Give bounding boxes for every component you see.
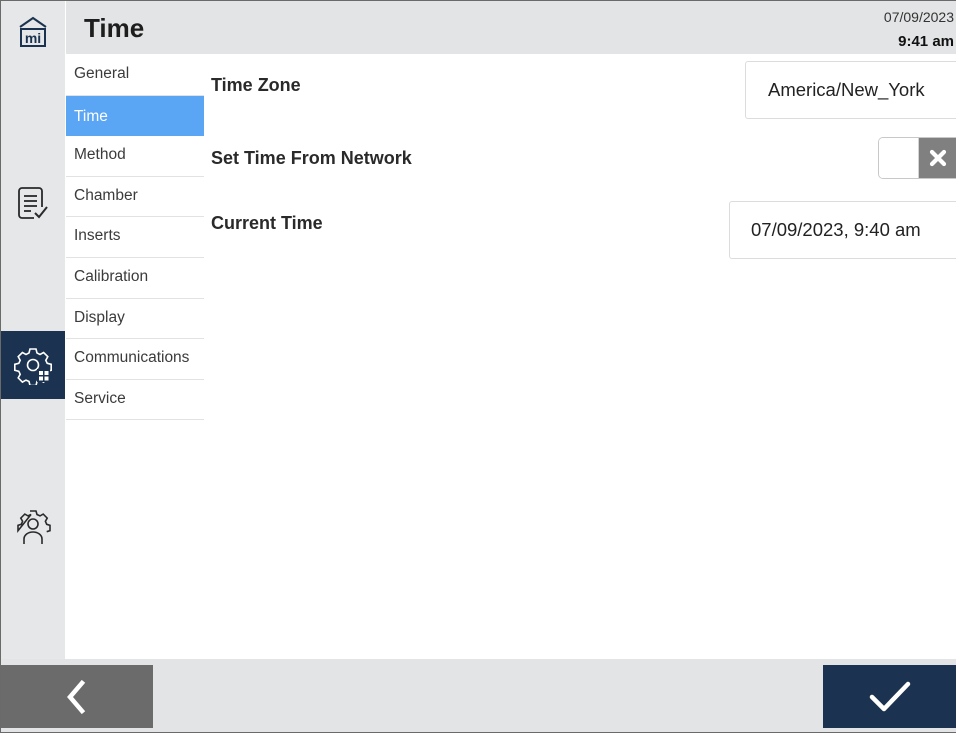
set-time-from-network-label: Set Time From Network bbox=[211, 148, 412, 168]
time-zone-label: Time Zone bbox=[211, 75, 301, 95]
submenu-item-time[interactable]: Time bbox=[66, 95, 204, 137]
nav-rail: mi bbox=[1, 1, 65, 659]
submenu-item-inserts[interactable]: Inserts bbox=[66, 217, 204, 258]
set-time-from-network-toggle[interactable] bbox=[878, 137, 956, 179]
back-button[interactable] bbox=[0, 665, 153, 728]
user-settings-button[interactable] bbox=[1, 497, 65, 557]
submenu-item-chamber[interactable]: Chamber bbox=[66, 177, 204, 218]
close-icon bbox=[929, 149, 947, 167]
settings-submenu: General Time Method Chamber Inserts Cali… bbox=[66, 55, 204, 421]
toggle-knob bbox=[879, 138, 919, 178]
submenu-item-calibration[interactable]: Calibration bbox=[66, 258, 204, 299]
home-mi-icon: mi bbox=[19, 16, 47, 47]
instrument-settings-icon bbox=[14, 348, 52, 385]
current-time-label: Current Time bbox=[211, 213, 323, 233]
header-date: 07/09/2023 bbox=[883, 9, 954, 25]
page-title: Time bbox=[84, 13, 145, 43]
submenu-item-general[interactable]: General bbox=[66, 55, 204, 96]
checkmark-icon bbox=[869, 681, 910, 711]
svg-text:mi: mi bbox=[25, 30, 41, 46]
user-settings-icon bbox=[17, 510, 51, 544]
home-button[interactable]: mi bbox=[1, 9, 65, 55]
methods-button[interactable] bbox=[1, 173, 65, 233]
current-time-field[interactable]: 07/09/2023, 9:40 am bbox=[729, 201, 956, 259]
submenu-item-communications[interactable]: Communications bbox=[66, 339, 204, 380]
confirm-button[interactable] bbox=[823, 665, 956, 728]
instrument-settings-button[interactable] bbox=[1, 331, 65, 399]
submenu-item-method[interactable]: Method bbox=[66, 136, 204, 177]
submenu-item-display[interactable]: Display bbox=[66, 299, 204, 340]
time-zone-select[interactable]: America/New_York bbox=[745, 61, 956, 119]
page-header: Time 07/09/2023 9:41 am bbox=[66, 1, 956, 54]
method-list-icon bbox=[18, 187, 48, 219]
submenu-item-service[interactable]: Service bbox=[66, 380, 204, 421]
header-clock: 9:41 am bbox=[898, 33, 954, 50]
toggle-off-state bbox=[919, 138, 956, 178]
chevron-left-icon bbox=[66, 679, 85, 714]
